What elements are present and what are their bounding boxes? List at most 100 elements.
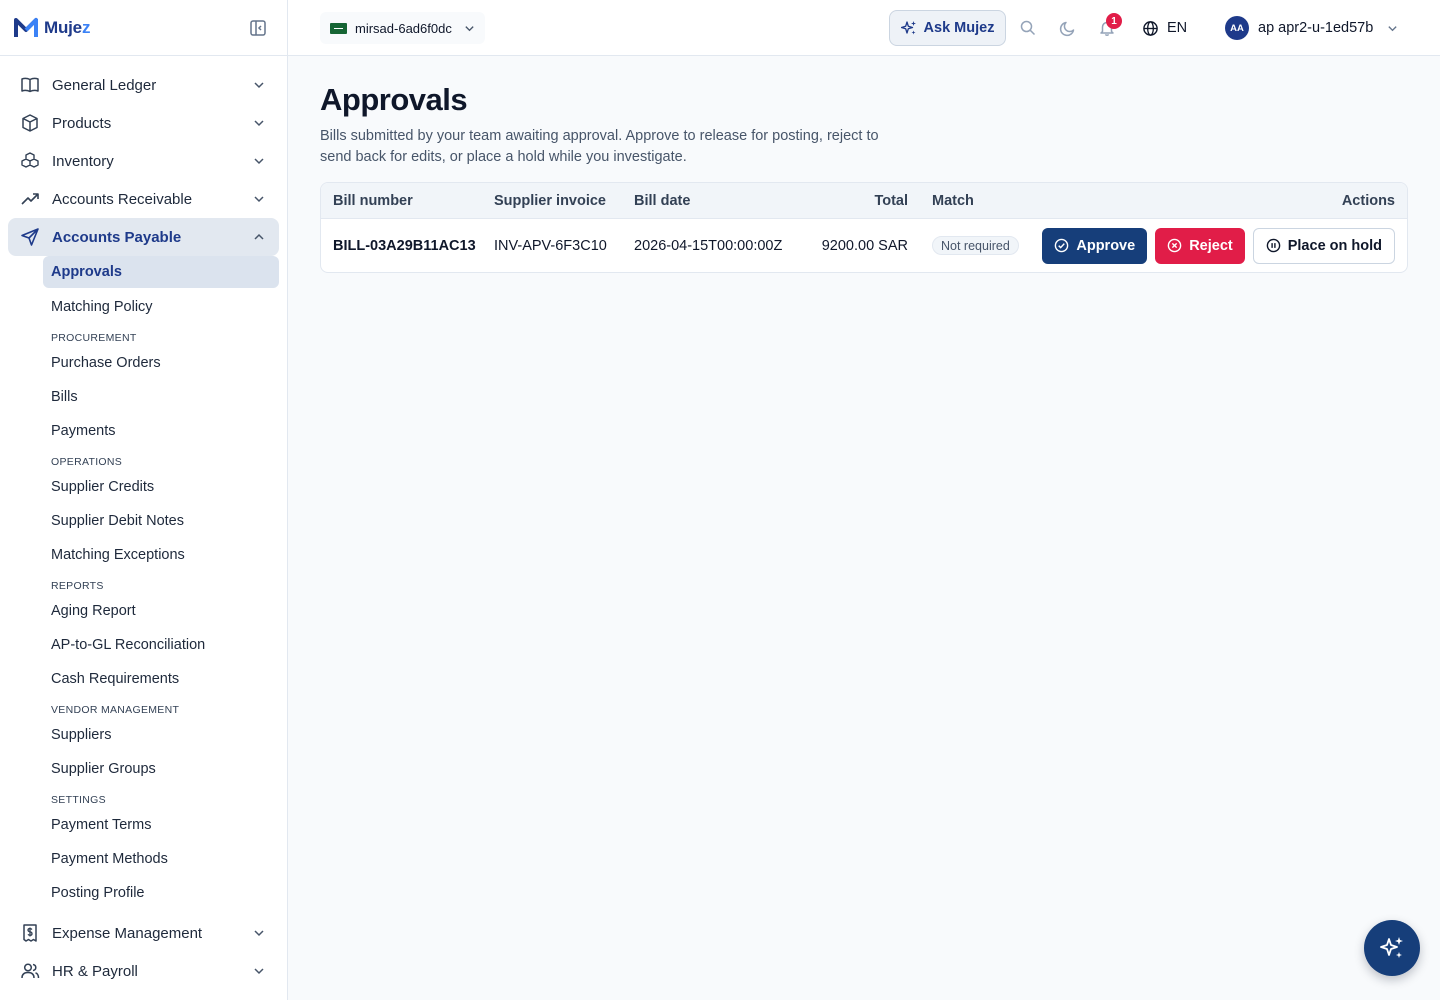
- column-header-bill-number[interactable]: Bill number: [333, 183, 413, 218]
- main-content: Approvals Bills submitted by your team a…: [320, 56, 1408, 273]
- sidebar-item-supplier-debit-notes[interactable]: Supplier Debit Notes: [43, 504, 279, 538]
- brand-name: Mujez: [44, 17, 91, 37]
- sidebar: Mujez General Ledger Products Inventory …: [0, 0, 288, 1000]
- saudi-flag-icon: [330, 22, 347, 34]
- table-header: Bill number Supplier invoice Bill date T…: [321, 183, 1407, 219]
- sidebar-item-label: Inventory: [52, 152, 114, 170]
- ai-assistant-button[interactable]: [1364, 920, 1420, 976]
- accounts-payable-submenu: Approvals Matching Policy PROCUREMENT Pu…: [8, 256, 279, 910]
- chevron-down-icon: [253, 155, 265, 167]
- approvals-table: Bill number Supplier invoice Bill date T…: [320, 182, 1408, 273]
- approve-button[interactable]: Approve: [1042, 227, 1148, 264]
- boxes-icon: [20, 151, 40, 171]
- column-header-actions: Actions: [1341, 192, 1395, 209]
- notification-badge: 1: [1106, 13, 1122, 29]
- sidebar-item-label: Accounts Receivable: [52, 190, 193, 208]
- sidebar-item-label: Expense Management: [52, 924, 203, 942]
- total-cell: 9200.00 SAR: [821, 237, 908, 254]
- sidebar-item-cash-requirements[interactable]: Cash Requirements: [43, 662, 279, 696]
- avatar: AA: [1225, 16, 1249, 40]
- sidebar-item-label: Products: [52, 114, 112, 132]
- language-selector[interactable]: EN: [1142, 17, 1187, 39]
- section-heading-reports: REPORTS: [51, 580, 104, 592]
- sidebar-collapse-icon[interactable]: [249, 19, 267, 37]
- chevron-up-icon: [253, 231, 265, 243]
- box-icon: [20, 113, 40, 133]
- sidebar-item-label: Accounts Payable: [52, 228, 182, 246]
- sidebar-item-inventory[interactable]: Inventory: [8, 142, 279, 180]
- sidebar-item-supplier-credits[interactable]: Supplier Credits: [43, 470, 279, 504]
- column-header-bill-date[interactable]: Bill date: [634, 183, 690, 218]
- sidebar-item-supplier-groups[interactable]: Supplier Groups: [43, 752, 279, 786]
- mujez-logo-icon: [14, 17, 38, 37]
- sidebar-item-expense-management[interactable]: Expense Management: [8, 914, 279, 952]
- sidebar-item-matching-exceptions[interactable]: Matching Exceptions: [43, 538, 279, 572]
- approve-label: Approve: [1076, 237, 1136, 254]
- send-icon: [20, 227, 40, 247]
- sidebar-item-hr-payroll[interactable]: HR & Payroll: [8, 952, 279, 990]
- user-name: ap apr2-u-1ed57b: [1258, 20, 1374, 36]
- section-heading-settings: SETTINGS: [51, 794, 106, 806]
- supplier-invoice-cell: INV-APV-6F3C10: [494, 237, 607, 254]
- column-header-match: Match: [932, 192, 974, 209]
- sidebar-item-accounts-payable[interactable]: Accounts Payable: [8, 218, 279, 256]
- chevron-down-icon: [253, 927, 265, 939]
- tenant-name: mirsad-6ad6f0dc: [355, 20, 452, 36]
- sidebar-nav: General Ledger Products Inventory Accoun…: [0, 56, 287, 990]
- sidebar-item-label: General Ledger: [52, 76, 157, 94]
- place-on-hold-label: Place on hold: [1287, 237, 1382, 254]
- sidebar-item-payments[interactable]: Payments: [43, 414, 279, 448]
- column-header-supplier-invoice[interactable]: Supplier invoice: [494, 183, 606, 218]
- chevron-down-icon: [464, 23, 475, 34]
- bill-date-cell: 2026-04-15T00:00:00Z: [634, 237, 783, 254]
- chevron-down-icon: [1387, 23, 1398, 34]
- column-header-total[interactable]: Total: [874, 183, 908, 218]
- check-circle-icon: [1054, 238, 1069, 253]
- brand-bar: Mujez: [0, 0, 287, 56]
- actions-cell: Approve Reject Place on hold: [1042, 219, 1395, 272]
- place-on-hold-button[interactable]: Place on hold: [1252, 227, 1395, 264]
- sidebar-item-payment-methods[interactable]: Payment Methods: [43, 842, 279, 876]
- book-icon: [20, 75, 40, 95]
- table-row: BILL-03A29B11AC13 INV-APV-6F3C10 2026-04…: [321, 219, 1407, 272]
- user-menu[interactable]: AA ap apr2-u-1ed57b: [1225, 16, 1398, 40]
- users-icon: [20, 961, 40, 981]
- globe-icon: [1142, 20, 1159, 37]
- sidebar-item-aging-report[interactable]: Aging Report: [43, 594, 279, 628]
- chevron-down-icon: [253, 79, 265, 91]
- trending-up-icon: [20, 189, 40, 209]
- chevron-down-icon: [253, 193, 265, 205]
- chevron-down-icon: [253, 965, 265, 977]
- tenant-selector[interactable]: mirsad-6ad6f0dc: [320, 12, 485, 44]
- ask-mujez-label: Ask Mujez: [923, 20, 995, 36]
- chevron-down-icon: [253, 117, 265, 129]
- pause-circle-icon: [1266, 238, 1281, 253]
- sidebar-item-products[interactable]: Products: [8, 104, 279, 142]
- section-heading-vendor-management: VENDOR MANAGEMENT: [51, 704, 180, 716]
- sidebar-item-matching-policy[interactable]: Matching Policy: [43, 290, 279, 324]
- sidebar-item-payment-terms[interactable]: Payment Terms: [43, 808, 279, 842]
- sidebar-item-posting-profile[interactable]: Posting Profile: [43, 876, 279, 910]
- sparkles-icon: [1379, 935, 1405, 961]
- top-bar: mirsad-6ad6f0dc Ask Mujez 1 EN AA ap apr…: [288, 0, 1440, 56]
- section-heading-operations: OPERATIONS: [51, 456, 123, 468]
- sidebar-item-accounts-receivable[interactable]: Accounts Receivable: [8, 180, 279, 218]
- sidebar-item-general-ledger[interactable]: General Ledger: [8, 66, 279, 104]
- sidebar-item-approvals[interactable]: Approvals: [43, 256, 279, 288]
- section-heading-procurement: PROCUREMENT: [51, 332, 137, 344]
- reject-button[interactable]: Reject: [1155, 227, 1245, 264]
- sparkles-icon: [900, 20, 917, 36]
- moon-icon[interactable]: [1059, 19, 1077, 37]
- match-cell: Not required: [932, 219, 1019, 272]
- receipt-icon: [20, 923, 40, 943]
- sidebar-item-purchase-orders[interactable]: Purchase Orders: [43, 346, 279, 380]
- page-title: Approvals: [320, 82, 468, 117]
- sidebar-item-ap-gl-reconciliation[interactable]: AP-to-GL Reconciliation: [43, 628, 279, 662]
- bill-number-cell[interactable]: BILL-03A29B11AC13: [333, 219, 476, 272]
- ask-mujez-button[interactable]: Ask Mujez: [889, 10, 1006, 46]
- x-circle-icon: [1167, 238, 1182, 253]
- sidebar-item-suppliers[interactable]: Suppliers: [43, 718, 279, 752]
- brand-logo[interactable]: Mujez: [14, 17, 90, 39]
- search-icon[interactable]: [1019, 19, 1037, 37]
- sidebar-item-bills[interactable]: Bills: [43, 380, 279, 414]
